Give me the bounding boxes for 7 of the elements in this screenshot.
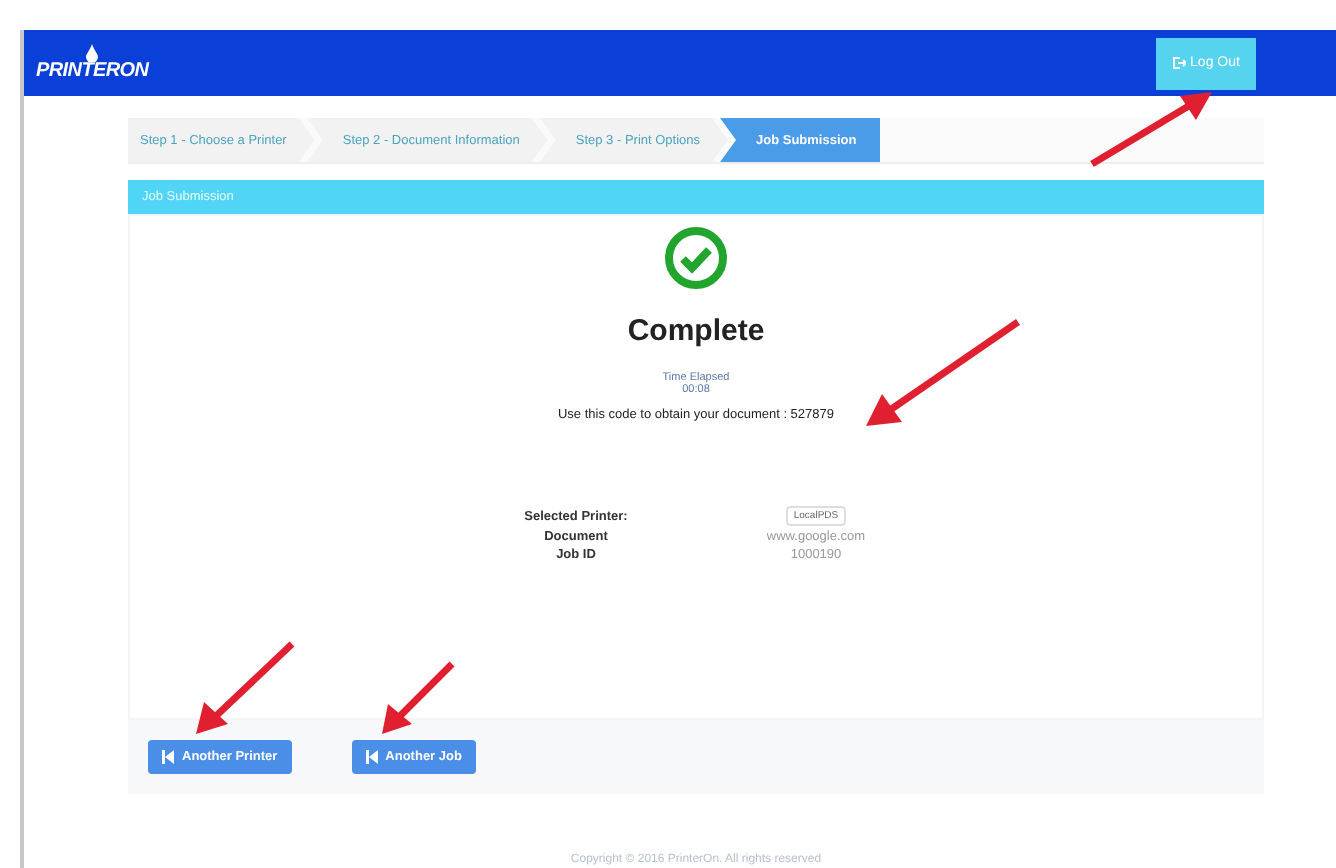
logout-icon [1172, 56, 1187, 70]
skip-back-icon [365, 750, 378, 764]
logo: PRINTERON [36, 60, 149, 82]
checkmark-icon [664, 226, 728, 290]
status-heading: Complete [627, 314, 765, 348]
skip-back-icon [162, 750, 174, 764]
drop-icon [86, 44, 99, 62]
